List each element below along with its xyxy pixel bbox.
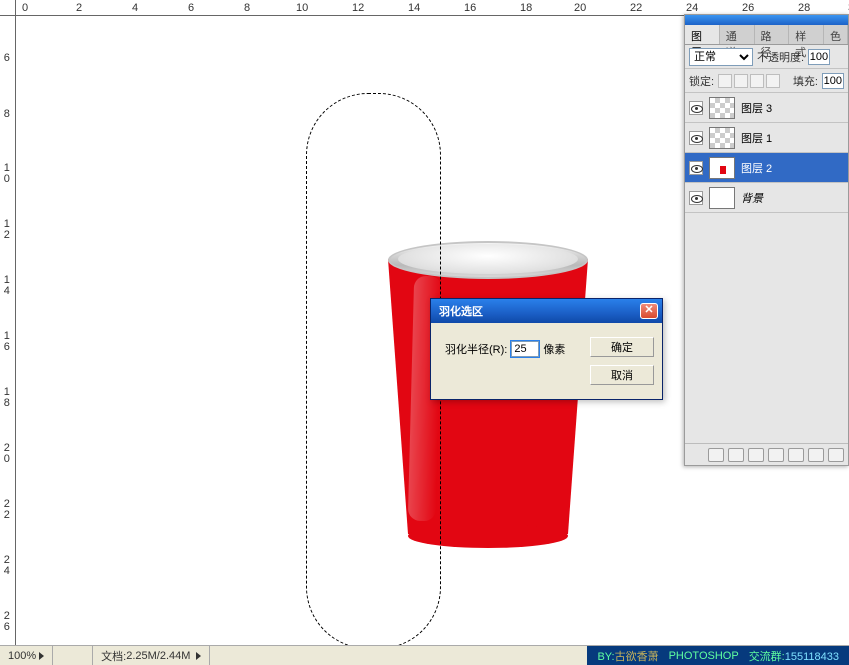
fx-icon[interactable] — [728, 448, 744, 462]
lock-position-icon[interactable] — [750, 74, 764, 88]
opacity-label: 不透明度: — [757, 49, 804, 65]
ok-button[interactable]: 确定 — [590, 337, 654, 357]
lock-label: 锁定: — [689, 73, 714, 89]
layer-thumbnail[interactable] — [709, 187, 735, 209]
panel-footer — [685, 443, 848, 465]
lock-transparency-icon[interactable] — [718, 74, 732, 88]
doc-label: 文档: — [101, 648, 126, 664]
radius-unit: 像素 — [543, 341, 565, 357]
group-icon[interactable] — [788, 448, 804, 462]
layer-name: 背景 — [741, 190, 763, 206]
dialog-title: 羽化选区 — [439, 303, 483, 319]
doc-size: 2.25M/2.44M — [126, 650, 190, 662]
radius-input[interactable] — [511, 341, 539, 357]
credit-bar: BY:古欲香萧 PHOTOSHOP 交流群:155118433 — [587, 646, 849, 665]
tab-layers[interactable]: 图层 — [685, 25, 720, 44]
lock-all-icon[interactable] — [766, 74, 780, 88]
mask-icon[interactable] — [748, 448, 764, 462]
visibility-icon[interactable] — [689, 131, 703, 145]
tab-channels[interactable]: 通道 — [720, 25, 755, 44]
layer-name: 图层 1 — [741, 130, 772, 146]
radius-label: 羽化半径(R): — [445, 341, 507, 357]
visibility-icon[interactable] — [689, 161, 703, 175]
panel-drag-bar[interactable] — [685, 15, 848, 25]
doc-size-box[interactable]: 文档: 2.25M/2.44M — [93, 646, 210, 665]
lock-paint-icon[interactable] — [734, 74, 748, 88]
tab-paths[interactable]: 路径 — [755, 25, 790, 44]
status-bar: 100% 文档: 2.25M/2.44M BY:古欲香萧 PHOTOSHOP 交… — [0, 645, 849, 665]
ruler-corner — [0, 0, 16, 16]
layer-row[interactable]: 背景 — [685, 183, 848, 213]
tab-styles[interactable]: 样式 — [789, 25, 824, 44]
marquee-selection[interactable] — [306, 93, 441, 645]
close-icon[interactable]: ✕ — [640, 303, 658, 319]
feather-dialog: 羽化选区 ✕ 羽化半径(R): 像素 确定 取消 — [430, 298, 663, 400]
layer-row[interactable]: 图层 2 — [685, 153, 848, 183]
tab-color[interactable]: 色 — [824, 25, 848, 44]
blend-mode-select[interactable]: 正常 — [689, 48, 753, 66]
layer-list: 图层 3 图层 1 图层 2 背景 — [685, 93, 848, 213]
layer-thumbnail[interactable] — [709, 157, 735, 179]
panel-tabs: 图层 通道 路径 样式 色 — [685, 25, 848, 45]
chevron-right-icon — [39, 652, 44, 660]
layer-row[interactable]: 图层 1 — [685, 123, 848, 153]
fill-input[interactable] — [822, 73, 844, 89]
layer-name: 图层 3 — [741, 100, 772, 116]
link-icon[interactable] — [708, 448, 724, 462]
ruler-vertical: 6 8 10 12 14 16 18 20 22 24 26 — [0, 16, 16, 645]
cancel-button[interactable]: 取消 — [590, 365, 654, 385]
zoom-box[interactable]: 100% — [0, 646, 53, 665]
visibility-icon[interactable] — [689, 191, 703, 205]
visibility-icon[interactable] — [689, 101, 703, 115]
trash-icon[interactable] — [828, 448, 844, 462]
fill-label: 填充: — [793, 73, 818, 89]
layer-thumbnail[interactable] — [709, 127, 735, 149]
layers-panel: 图层 通道 路径 样式 色 正常 不透明度: 锁定: 填充: 图层 3 图层 1 — [684, 14, 849, 466]
status-spacer — [53, 646, 93, 665]
layer-row[interactable]: 图层 3 — [685, 93, 848, 123]
new-layer-icon[interactable] — [808, 448, 824, 462]
opacity-input[interactable] — [808, 49, 830, 65]
adjustment-icon[interactable] — [768, 448, 784, 462]
dialog-titlebar[interactable]: 羽化选区 ✕ — [431, 299, 662, 323]
layer-name: 图层 2 — [741, 160, 772, 176]
chevron-right-icon — [196, 652, 201, 660]
layer-thumbnail[interactable] — [709, 97, 735, 119]
